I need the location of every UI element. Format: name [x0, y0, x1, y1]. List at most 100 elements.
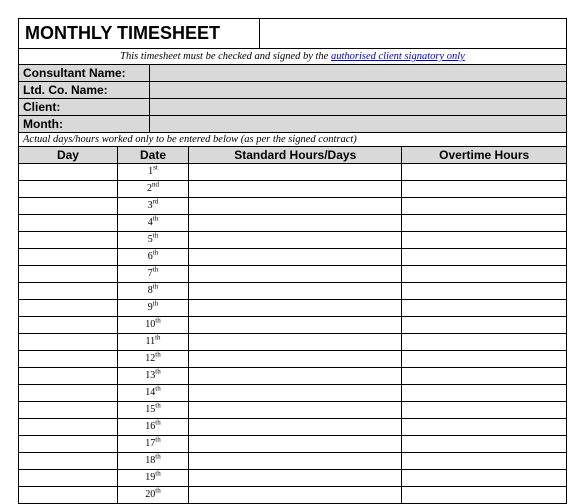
cell-standard-hours[interactable]: [189, 181, 402, 198]
cell-overtime-hours[interactable]: [402, 402, 566, 419]
date-number: 16: [145, 421, 155, 432]
cell-standard-hours[interactable]: [189, 317, 402, 334]
cell-standard-hours[interactable]: [189, 283, 402, 300]
cell-overtime-hours[interactable]: [402, 215, 566, 232]
info-row: Ltd. Co. Name:: [19, 82, 566, 99]
note-text: This timesheet must be checked and signe…: [120, 51, 331, 62]
info-value[interactable]: [150, 82, 566, 98]
cell-overtime-hours[interactable]: [402, 283, 566, 300]
cell-standard-hours[interactable]: [189, 385, 402, 402]
cell-standard-hours[interactable]: [189, 300, 402, 317]
cell-overtime-hours[interactable]: [402, 419, 566, 436]
cell-standard-hours[interactable]: [189, 453, 402, 470]
cell-day[interactable]: [19, 419, 117, 436]
date-suffix: st: [153, 164, 158, 172]
table-row: 2nd: [19, 181, 566, 198]
cell-day[interactable]: [19, 266, 117, 283]
cell-standard-hours[interactable]: [189, 198, 402, 215]
cell-overtime-hours[interactable]: [402, 266, 566, 283]
table-row: 3rd: [19, 198, 566, 215]
cell-overtime-hours[interactable]: [402, 317, 566, 334]
date-suffix: th: [155, 436, 160, 444]
date-suffix: th: [155, 334, 160, 342]
timesheet-table: Day Date Standard Hours/Days Overtime Ho…: [19, 147, 566, 504]
cell-day[interactable]: [19, 181, 117, 198]
cell-standard-hours[interactable]: [189, 266, 402, 283]
cell-day[interactable]: [19, 232, 117, 249]
cell-standard-hours[interactable]: [189, 368, 402, 385]
table-row: 19th: [19, 470, 566, 487]
cell-overtime-hours[interactable]: [402, 232, 566, 249]
cell-standard-hours[interactable]: [189, 487, 402, 504]
info-label: Client:: [19, 99, 150, 115]
cell-standard-hours[interactable]: [189, 334, 402, 351]
cell-day[interactable]: [19, 487, 117, 504]
date-suffix: th: [155, 385, 160, 393]
cell-overtime-hours[interactable]: [402, 300, 566, 317]
cell-day[interactable]: [19, 215, 117, 232]
cell-standard-hours[interactable]: [189, 419, 402, 436]
date-suffix: th: [155, 470, 160, 478]
date-suffix: rd: [153, 198, 159, 206]
cell-overtime-hours[interactable]: [402, 164, 566, 181]
cell-day[interactable]: [19, 249, 117, 266]
cell-standard-hours[interactable]: [189, 470, 402, 487]
cell-date: 2nd: [117, 181, 188, 198]
date-suffix: th: [153, 215, 158, 223]
table-row: 8th: [19, 283, 566, 300]
cell-day[interactable]: [19, 164, 117, 181]
cell-day[interactable]: [19, 283, 117, 300]
cell-overtime-hours[interactable]: [402, 487, 566, 504]
title-row: MONTHLY TIMESHEET: [19, 19, 566, 49]
cell-standard-hours[interactable]: [189, 232, 402, 249]
cell-date: 4th: [117, 215, 188, 232]
info-value[interactable]: [150, 116, 566, 132]
info-row: Month:: [19, 116, 566, 133]
cell-overtime-hours[interactable]: [402, 453, 566, 470]
cell-day[interactable]: [19, 402, 117, 419]
cell-day[interactable]: [19, 470, 117, 487]
date-suffix: th: [153, 266, 158, 274]
info-row: Consultant Name:: [19, 65, 566, 82]
cell-day[interactable]: [19, 436, 117, 453]
cell-day[interactable]: [19, 317, 117, 334]
cell-day[interactable]: [19, 385, 117, 402]
cell-day[interactable]: [19, 198, 117, 215]
date-number: 17: [145, 438, 155, 449]
info-value[interactable]: [150, 99, 566, 115]
date-suffix: th: [155, 487, 160, 495]
cell-overtime-hours[interactable]: [402, 198, 566, 215]
cell-standard-hours[interactable]: [189, 351, 402, 368]
cell-day[interactable]: [19, 453, 117, 470]
cell-overtime-hours[interactable]: [402, 368, 566, 385]
cell-date: 18th: [117, 453, 188, 470]
cell-overtime-hours[interactable]: [402, 436, 566, 453]
table-row: 12th: [19, 351, 566, 368]
cell-standard-hours[interactable]: [189, 164, 402, 181]
cell-day[interactable]: [19, 334, 117, 351]
cell-overtime-hours[interactable]: [402, 351, 566, 368]
table-row: 10th: [19, 317, 566, 334]
table-row: 6th: [19, 249, 566, 266]
cell-standard-hours[interactable]: [189, 249, 402, 266]
date-number: 20: [145, 489, 155, 500]
cell-date: 3rd: [117, 198, 188, 215]
cell-day[interactable]: [19, 300, 117, 317]
info-value[interactable]: [150, 65, 566, 81]
cell-date: 1st: [117, 164, 188, 181]
cell-overtime-hours[interactable]: [402, 181, 566, 198]
cell-overtime-hours[interactable]: [402, 249, 566, 266]
table-row: 17th: [19, 436, 566, 453]
cell-overtime-hours[interactable]: [402, 334, 566, 351]
cell-standard-hours[interactable]: [189, 215, 402, 232]
date-number: 18: [145, 455, 155, 466]
cell-standard-hours[interactable]: [189, 436, 402, 453]
cell-overtime-hours[interactable]: [402, 385, 566, 402]
cell-overtime-hours[interactable]: [402, 470, 566, 487]
cell-day[interactable]: [19, 351, 117, 368]
table-row: 16th: [19, 419, 566, 436]
cell-standard-hours[interactable]: [189, 402, 402, 419]
cell-day[interactable]: [19, 368, 117, 385]
cell-date: 10th: [117, 317, 188, 334]
cell-date: 20th: [117, 487, 188, 504]
